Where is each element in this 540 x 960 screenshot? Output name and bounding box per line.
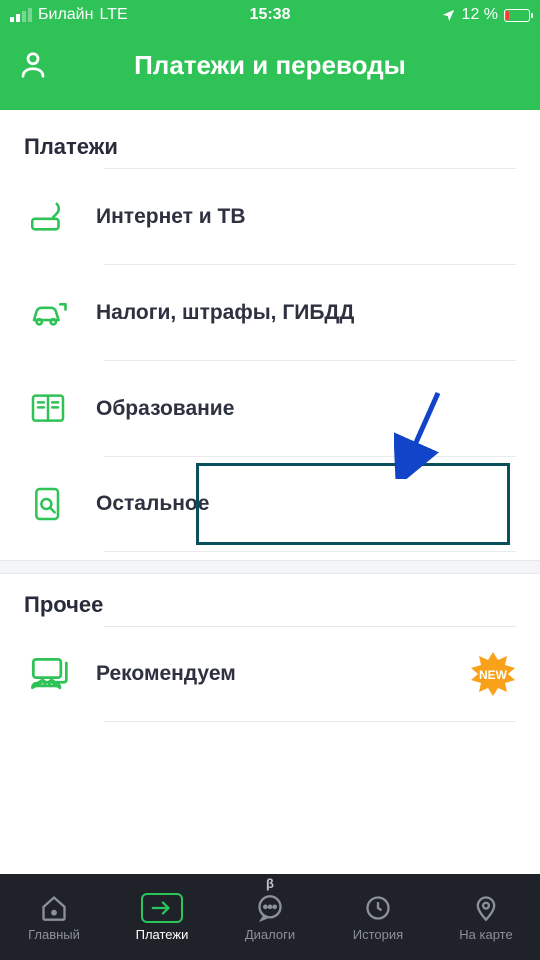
clock-icon — [364, 893, 392, 923]
home-icon — [40, 893, 68, 923]
map-pin-icon — [472, 893, 500, 923]
payments-icon — [141, 893, 183, 923]
nav-label: Главный — [28, 927, 80, 942]
row-internet-tv[interactable]: Интернет и ТВ — [104, 168, 516, 264]
battery-percent: 12 % — [462, 6, 498, 24]
row-label: Образование — [96, 397, 234, 421]
search-doc-icon — [24, 484, 72, 524]
section-other: Прочее Рекомендуем NEW — [0, 574, 540, 730]
page-title: Платежи и переводы — [48, 50, 492, 81]
battery-icon — [504, 9, 530, 22]
router-icon — [24, 196, 72, 238]
section-divider — [0, 560, 540, 574]
row-other[interactable]: Остальное — [104, 456, 516, 552]
nav-label: На карте — [459, 927, 512, 942]
section-other-title: Прочее — [24, 592, 516, 618]
app-header: Платежи и переводы — [0, 30, 540, 110]
nav-label: Платежи — [136, 927, 189, 942]
row-education[interactable]: Образование — [104, 360, 516, 456]
row-taxes-fines[interactable]: Налоги, штрафы, ГИБДД — [104, 264, 516, 360]
status-bar: Билайн LTE 15:38 12 % — [0, 0, 540, 30]
profile-icon[interactable] — [18, 50, 48, 80]
network-label: LTE — [99, 6, 127, 24]
carrier-label: Билайн — [38, 6, 93, 24]
gamepad-icon — [24, 652, 72, 696]
svg-text:NEW: NEW — [479, 668, 508, 682]
nav-home[interactable]: Главный — [0, 874, 108, 960]
annotation-highlight — [196, 463, 510, 545]
clock: 15:38 — [250, 6, 291, 24]
signal-icon — [10, 8, 32, 22]
row-label: Налоги, штрафы, ГИБДД — [96, 301, 354, 325]
nav-payments[interactable]: Платежи — [108, 874, 216, 960]
row-label: Интернет и ТВ — [96, 205, 246, 229]
car-icon — [24, 292, 72, 334]
bottom-nav: Главный Платежи β Диалоги История На кар… — [0, 874, 540, 960]
nav-history[interactable]: История — [324, 874, 432, 960]
row-recommend[interactable]: Рекомендуем NEW — [104, 626, 516, 722]
section-payments-title: Платежи — [24, 134, 516, 160]
new-badge-icon: NEW — [470, 651, 516, 697]
beta-badge: β — [266, 876, 274, 891]
nav-map[interactable]: На карте — [432, 874, 540, 960]
nav-label: Диалоги — [245, 927, 295, 942]
nav-dialogs[interactable]: β Диалоги — [216, 874, 324, 960]
row-label: Остальное — [96, 492, 209, 516]
book-icon — [24, 389, 72, 429]
location-icon — [441, 8, 456, 23]
chat-icon — [256, 893, 284, 923]
section-payments: Платежи Интернет и ТВ Налоги, штрафы, ГИ… — [0, 110, 540, 560]
row-label: Рекомендуем — [96, 662, 236, 686]
nav-label: История — [353, 927, 403, 942]
